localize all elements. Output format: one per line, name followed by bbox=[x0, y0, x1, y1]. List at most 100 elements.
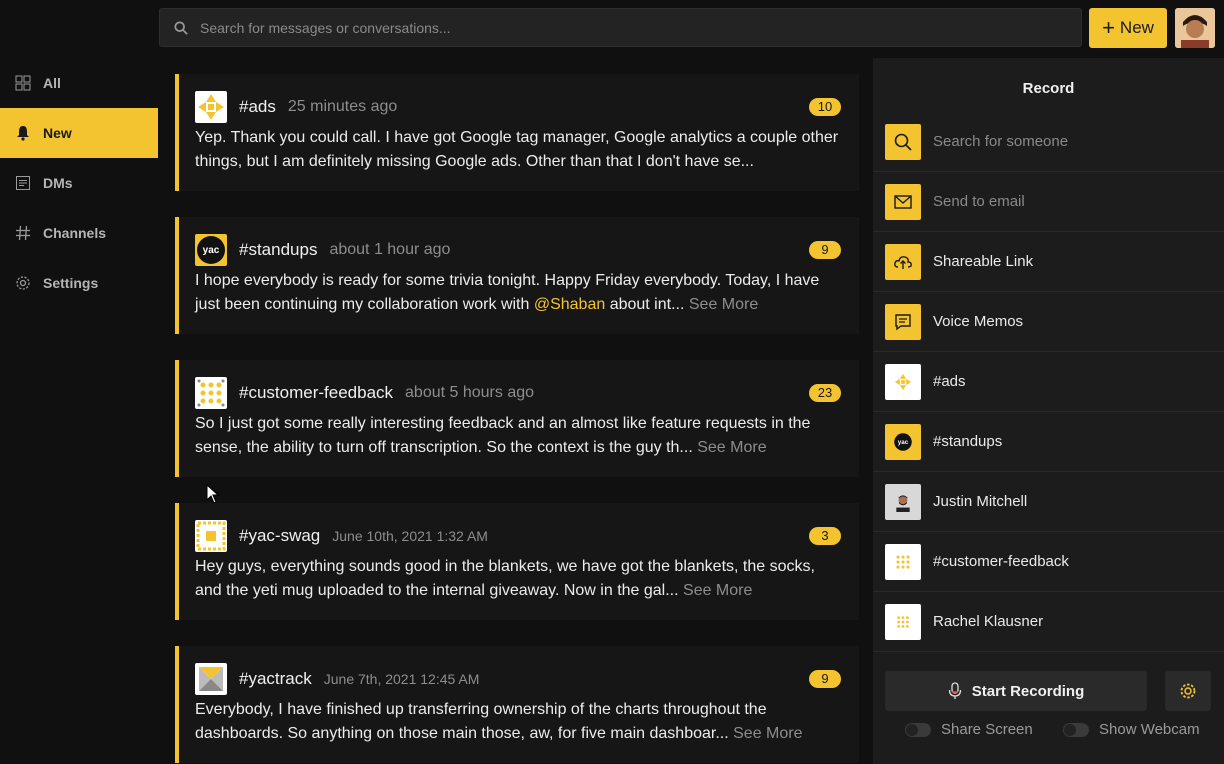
nav-item-all[interactable]: All bbox=[0, 58, 158, 108]
unread-count-badge: 3 bbox=[809, 527, 841, 545]
record-panel: Record Search for someone Send to email … bbox=[873, 58, 1224, 764]
recipient-row-ads[interactable]: #ads bbox=[873, 352, 1224, 412]
recording-settings-button[interactable] bbox=[1165, 671, 1211, 711]
conversation-card[interactable]: yac #standups about 1 hour ago 9 I hope … bbox=[175, 217, 859, 334]
nav-item-dms[interactable]: DMs bbox=[0, 158, 158, 208]
nav-item-label: New bbox=[43, 125, 72, 141]
row-label: Send to email bbox=[933, 193, 1025, 210]
message-icon bbox=[16, 176, 30, 190]
nav-item-channels[interactable]: Channels bbox=[0, 208, 158, 258]
search-bar[interactable] bbox=[159, 8, 1082, 47]
nav-item-label: Settings bbox=[43, 275, 99, 291]
unread-count-badge: 10 bbox=[809, 98, 841, 116]
share-screen-toggle[interactable] bbox=[905, 722, 931, 737]
channel-avatar-yac-swag bbox=[195, 520, 227, 552]
timestamp: June 10th, 2021 1:32 AM bbox=[332, 528, 488, 544]
see-more-link[interactable]: See More bbox=[683, 582, 752, 599]
yac-avatar: yac bbox=[885, 423, 921, 460]
search-icon bbox=[885, 123, 921, 160]
dots-avatar bbox=[885, 603, 921, 640]
timestamp: about 1 hour ago bbox=[329, 241, 451, 258]
search-icon bbox=[174, 20, 188, 35]
bell-icon bbox=[17, 126, 29, 141]
new-button-label: New bbox=[1119, 18, 1154, 37]
channel-name[interactable]: #standups bbox=[239, 240, 317, 260]
show-webcam-toggle[interactable] bbox=[1063, 722, 1089, 737]
row-label: #customer-feedback bbox=[933, 553, 1069, 570]
start-recording-label: Start Recording bbox=[971, 682, 1085, 700]
mail-icon bbox=[885, 183, 921, 220]
ads-avatar bbox=[885, 363, 921, 400]
row-label: Shareable Link bbox=[933, 253, 1034, 270]
svg-text:yac: yac bbox=[898, 438, 909, 445]
sidebar-nav: All New DMs Channels Settings bbox=[0, 58, 158, 308]
recipient-row-rachel-klausner[interactable]: Rachel Klausner bbox=[873, 592, 1224, 652]
conversation-card[interactable]: #yactrack June 7th, 2021 12:45 AM 9 Ever… bbox=[175, 646, 859, 763]
unread-count-badge: 9 bbox=[809, 241, 841, 259]
channel-avatar-ads bbox=[195, 91, 227, 123]
gear-icon bbox=[1180, 683, 1196, 699]
see-more-link[interactable]: See More bbox=[733, 725, 802, 742]
timestamp: 25 minutes ago bbox=[287, 98, 398, 115]
nav-item-label: DMs bbox=[43, 175, 73, 191]
share-screen-option: Share Screen bbox=[905, 721, 1033, 738]
new-button[interactable]: + New bbox=[1089, 8, 1167, 48]
row-label: #ads bbox=[933, 373, 966, 390]
nav-item-label: All bbox=[43, 75, 61, 91]
conversation-card[interactable]: #customer-feedback about 5 hours ago 23 … bbox=[175, 360, 859, 477]
row-label: Voice Memos bbox=[933, 313, 1024, 330]
send-to-email-row[interactable]: Send to email bbox=[873, 172, 1224, 232]
timestamp: June 7th, 2021 12:45 AM bbox=[323, 671, 480, 687]
message-preview: Yep. Thank you could call. I have got Go… bbox=[195, 129, 839, 170]
see-more-link[interactable]: See More bbox=[697, 439, 766, 456]
plus-icon: + bbox=[1102, 15, 1115, 40]
unread-count-badge: 9 bbox=[809, 670, 841, 688]
recipient-row-justin-mitchell[interactable]: Justin Mitchell bbox=[873, 472, 1224, 532]
message-preview: Hey guys, everything sounds good in the … bbox=[195, 558, 815, 599]
row-label: #standups bbox=[933, 433, 1003, 450]
conversation-card[interactable]: #yac-swag June 10th, 2021 1:32 AM 3 Hey … bbox=[175, 503, 859, 620]
user-mention[interactable]: @Shaban bbox=[534, 296, 605, 313]
channel-avatar-customer-feedback bbox=[195, 377, 227, 409]
person-avatar bbox=[885, 483, 921, 520]
shareable-link-row[interactable]: Shareable Link bbox=[873, 232, 1224, 292]
panel-title: Record bbox=[1022, 80, 1075, 97]
channel-avatar-yactrack bbox=[195, 663, 227, 695]
channel-name[interactable]: #yac-swag bbox=[239, 526, 320, 546]
message-preview: I hope everybody is ready for some trivi… bbox=[195, 272, 820, 313]
row-label: Rachel Klausner bbox=[933, 613, 1044, 630]
recipient-row-standups[interactable]: yac #standups bbox=[873, 412, 1224, 472]
start-recording-button[interactable]: Start Recording bbox=[885, 671, 1147, 711]
recipient-row-customer-feedback[interactable]: #customer-feedback bbox=[873, 532, 1224, 592]
unread-count-badge: 23 bbox=[809, 384, 841, 402]
show-webcam-label: Show Webcam bbox=[1099, 721, 1200, 738]
dots-avatar bbox=[885, 543, 921, 580]
message-preview: Everybody, I have finished up transferri… bbox=[195, 701, 803, 742]
grid-icon bbox=[15, 75, 31, 91]
hash-icon bbox=[16, 225, 30, 241]
channel-avatar-standups: yac bbox=[195, 234, 227, 266]
user-avatar[interactable] bbox=[1175, 8, 1215, 48]
channel-name[interactable]: #yactrack bbox=[239, 669, 312, 689]
memo-icon bbox=[885, 303, 921, 340]
cloud-upload-icon bbox=[885, 243, 921, 280]
microphone-icon bbox=[948, 682, 961, 699]
channel-name[interactable]: #ads bbox=[239, 97, 276, 117]
voice-memos-row[interactable]: Voice Memos bbox=[873, 292, 1224, 352]
search-input[interactable] bbox=[200, 19, 1060, 36]
channel-name[interactable]: #customer-feedback bbox=[239, 383, 393, 403]
svg-text:yac: yac bbox=[203, 245, 220, 256]
nav-item-new[interactable]: New bbox=[0, 108, 158, 158]
message-preview: So I just got some really interesting fe… bbox=[195, 415, 811, 456]
conversation-card[interactable]: #ads 25 minutes ago 10 Yep. Thank you co… bbox=[175, 74, 859, 191]
nav-item-settings[interactable]: Settings bbox=[0, 258, 158, 308]
mouse-cursor-icon bbox=[206, 484, 220, 504]
show-webcam-option: Show Webcam bbox=[1063, 721, 1200, 738]
search-someone-row[interactable]: Search for someone bbox=[873, 112, 1224, 172]
timestamp: about 5 hours ago bbox=[405, 384, 535, 401]
nav-item-label: Channels bbox=[43, 225, 107, 241]
gear-icon bbox=[16, 276, 30, 290]
row-label: Search for someone bbox=[933, 133, 1069, 150]
share-screen-label: Share Screen bbox=[941, 721, 1033, 738]
see-more-link[interactable]: See More bbox=[689, 296, 758, 313]
